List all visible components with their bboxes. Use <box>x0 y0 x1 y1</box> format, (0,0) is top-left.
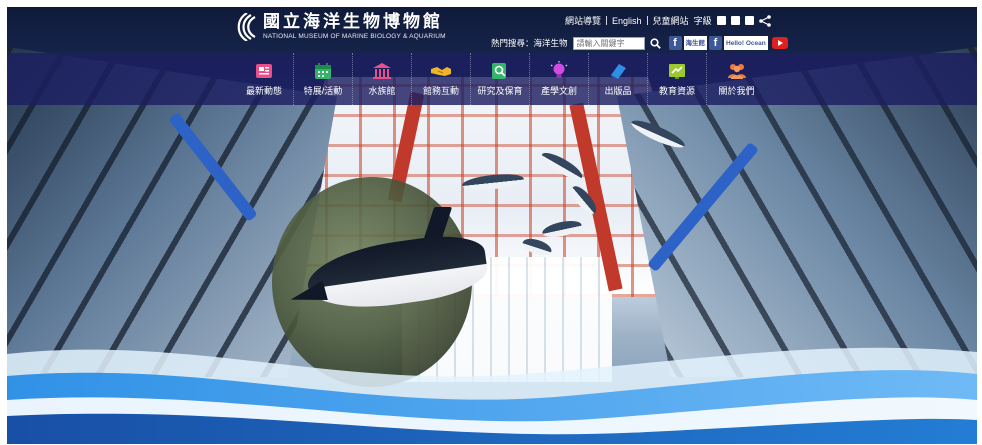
utility-links: 網站導覽 English 兒童網站 字級 <box>565 14 771 27</box>
page-frame: 國立海洋生物博物館 NATIONAL MUSEUM OF MARINE BIOL… <box>7 7 977 444</box>
main-nav-bar: 最新動態 特展/活動 水族館 館務互動 研究及保育 產學文創 出版品 教育資源 … <box>7 53 977 105</box>
site-name-cn: 國立海洋生物博物館 <box>263 11 443 32</box>
logo-wave-icon <box>237 13 256 41</box>
people-icon <box>727 64 746 79</box>
lightbulb-icon <box>550 61 568 78</box>
nav-label: 特展/活動 <box>303 86 343 96</box>
nav-item-publications[interactable]: 出版品 <box>589 53 648 105</box>
nav-item-exhibitions[interactable]: 特展/活動 <box>294 53 353 105</box>
nav-label: 教育資源 <box>658 86 695 96</box>
sitemap-link[interactable]: 網站導覽 <box>565 14 601 27</box>
research-icon <box>492 63 506 79</box>
top-bar: 國立海洋生物博物館 NATIONAL MUSEUM OF MARINE BIOL… <box>7 7 977 55</box>
nav-item-aquarium[interactable]: 水族館 <box>353 53 412 105</box>
large-font-icon[interactable] <box>744 16 754 25</box>
divider <box>606 16 608 25</box>
divider <box>646 16 648 25</box>
nav-label: 館務互動 <box>422 86 459 96</box>
nav-label: 水族館 <box>368 86 396 96</box>
facebook-label[interactable]: Hello! Ocean <box>724 36 768 50</box>
facebook-label[interactable]: 海生館 <box>683 36 708 50</box>
small-font-icon[interactable] <box>716 16 726 25</box>
search-row: 熱門搜尋：海洋生物 f 海生館 f Hello! Ocean <box>491 36 788 50</box>
nav-item-creative[interactable]: 產學文創 <box>530 53 589 105</box>
site-name-en: NATIONAL MUSEUM OF MARINE BIOLOGY & AQUA… <box>263 32 446 40</box>
nav-label: 研究及保育 <box>477 86 523 96</box>
search-icon[interactable] <box>649 37 661 49</box>
kids-site-link[interactable]: 兒童網站 <box>653 14 689 27</box>
wave-decoration <box>7 347 977 444</box>
nav-item-news[interactable]: 最新動態 <box>235 53 294 105</box>
search-input[interactable] <box>572 36 645 50</box>
museum-icon <box>373 63 391 79</box>
nav-item-about[interactable]: 關於我們 <box>707 53 766 105</box>
education-icon <box>669 64 685 79</box>
nav-item-research[interactable]: 研究及保育 <box>471 53 530 105</box>
calendar-icon <box>315 63 331 79</box>
share-icon[interactable] <box>758 14 771 27</box>
main-nav: 最新動態 特展/活動 水族館 館務互動 研究及保育 產學文創 出版品 教育資源 … <box>235 53 766 105</box>
medium-font-icon[interactable] <box>730 16 740 25</box>
nav-label: 出版品 <box>604 86 632 96</box>
nav-item-interaction[interactable]: 館務互動 <box>412 53 471 105</box>
site-logo[interactable]: 國立海洋生物博物館 NATIONAL MUSEUM OF MARINE BIOL… <box>235 13 446 41</box>
handshake-icon <box>431 67 451 76</box>
font-size-label: 字級 <box>693 16 712 26</box>
hot-keywords[interactable]: 熱門搜尋：海洋生物 <box>491 37 568 49</box>
nav-label: 最新動態 <box>245 86 282 96</box>
book-icon <box>611 64 626 80</box>
nav-label: 產學文創 <box>540 86 577 96</box>
news-icon <box>256 64 272 78</box>
english-link[interactable]: English <box>612 16 642 26</box>
nav-label: 關於我們 <box>718 86 755 96</box>
youtube-icon[interactable] <box>771 37 788 49</box>
facebook-icon[interactable]: f <box>709 36 723 50</box>
facebook-icon[interactable]: f <box>668 36 682 50</box>
nav-item-education[interactable]: 教育資源 <box>648 53 707 105</box>
social-links: f 海生館 f Hello! Ocean <box>668 36 788 50</box>
